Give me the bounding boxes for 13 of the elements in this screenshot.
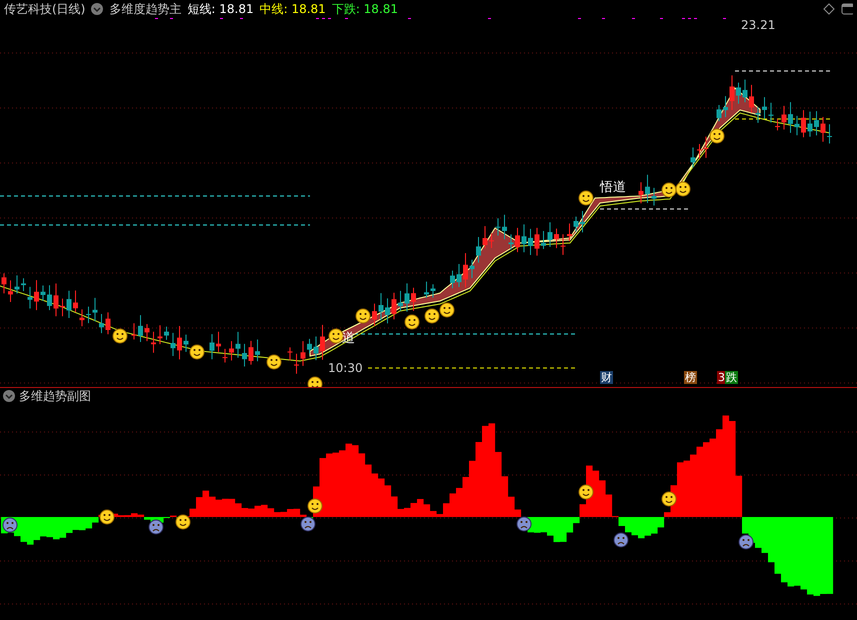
time-label: 10:30 <box>328 361 363 375</box>
chart-label: 悟道 <box>600 179 626 196</box>
stock-title: 传艺科技(日线) <box>4 0 86 18</box>
chart-badge: 跌 <box>725 371 738 384</box>
indicator-value: 下跌: 18.81 <box>332 0 398 18</box>
indicator-name: 多维度趋势主 <box>109 0 182 18</box>
indicator-value: 短线: 18.81 <box>187 0 254 18</box>
indicator-value: 中线: 18.81 <box>260 0 326 18</box>
chart-label: 道 <box>342 330 355 347</box>
price-label: 23.21 <box>741 18 776 32</box>
chart-badge: 榜 <box>684 371 697 384</box>
sub-chart-title: 多维趋势副图 <box>19 388 91 404</box>
chart-badge: 财 <box>600 371 613 384</box>
